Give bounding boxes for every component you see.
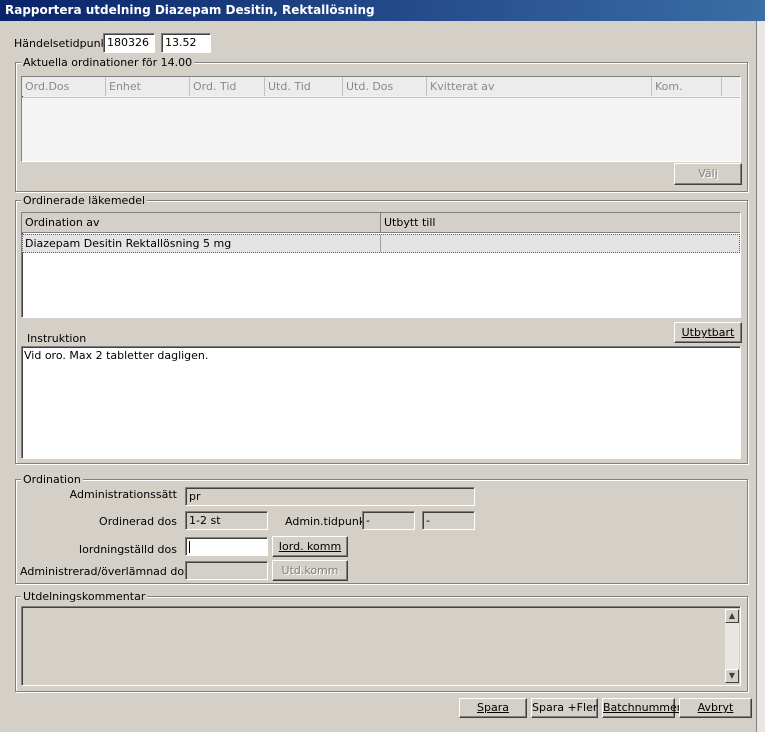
row-ordination-cell: Diazepam Desitin Rektallösning 5 mg [25,235,381,252]
admin-method-label: Administrationssätt [69,488,177,501]
admin-time-field-1: - [362,511,415,530]
column-header-enhet[interactable]: Enhet [106,77,190,96]
instruction-text-area: Vid oro. Max 2 tabletter dagligen. [21,346,741,459]
scroll-up-icon[interactable]: ▲ [725,609,739,623]
scroll-down-icon[interactable]: ▼ [725,669,739,683]
column-header-ord-tid[interactable]: Ord. Tid [190,77,265,96]
column-header-ord-dos[interactable]: Ord.Dos [22,77,106,96]
batch-number-button-label: Batchnummer [603,701,682,714]
ordered-dose-field: 1-2 st [185,511,268,530]
save-button[interactable]: Spara [459,698,527,718]
administered-label: Administrerad/överlämnad dos [20,565,190,578]
column-header-ordination-av[interactable]: Ordination av [22,213,381,233]
event-time-field[interactable]: 13.52 [161,33,211,53]
column-header-utd-tid[interactable]: Utd. Tid [265,77,343,96]
event-date-field[interactable]: 180326 [103,33,155,53]
cancel-button-label: Avbryt [697,701,734,714]
instruction-label: Instruktion [27,332,87,345]
comment-scrollbar[interactable]: ▲ ▼ [724,609,739,683]
exchangeable-button-label: Utbytbart [681,326,735,339]
cancel-button[interactable]: Avbryt [679,698,752,718]
administered-field [185,561,268,580]
window-title: Rapportera utdelning Diazepam Desitin, R… [0,0,765,21]
column-header-utbytt-till[interactable]: Utbytt till [381,213,740,233]
exchangeable-button[interactable]: Utbytbart [674,322,742,343]
column-header-utd-dos[interactable]: Utd. Dos [343,77,427,96]
column-header-filler [722,77,740,96]
text-caret [189,541,190,553]
ordered-dose-label: Ordinerad dos [99,515,177,528]
event-time-label: Händelsetidpunkt [14,37,112,50]
save-more-button[interactable]: Spara +Fler [531,698,598,718]
save-more-button-label: Spara +Fler [532,701,598,714]
comment-textarea[interactable]: ▲ ▼ [21,606,741,686]
admin-time-field-2: - [422,511,475,530]
prepared-dose-input[interactable] [185,537,268,556]
current-orders-table[interactable]: Ord.Dos Enhet Ord. Tid Utd. Tid Utd. Dos… [21,76,741,162]
column-header-kvitterat-av[interactable]: Kvitterat av [427,77,652,96]
prepared-comment-button[interactable]: Iord. komm [272,536,348,557]
admin-time-label: Admin.tidpunkt [285,515,370,528]
table-row[interactable]: Diazepam Desitin Rektallösning 5 mg [22,234,740,253]
prepared-dose-label: Iordningställd dos [78,543,177,556]
prescribed-legend: Ordinerade läkemedel [21,194,148,207]
comment-legend: Utdelningskommentar [21,590,148,603]
ordination-legend: Ordination [21,473,83,486]
column-header-kom[interactable]: Kom. [652,77,722,96]
current-orders-legend: Aktuella ordinationer för 14.00 [21,56,195,69]
utd-comment-button[interactable]: Utd.komm [272,560,348,581]
background-window-edge [756,21,765,732]
prepared-comment-button-label: Iord. komm [278,540,342,553]
current-orders-empty-area [22,97,740,161]
save-button-label: Spara [477,701,509,714]
batch-number-button[interactable]: Batchnummer [602,698,681,718]
admin-method-field: pr [185,487,475,506]
select-button[interactable]: Välj [674,163,742,185]
prescribed-table[interactable]: Ordination av Utbytt till Diazepam Desit… [21,212,741,318]
